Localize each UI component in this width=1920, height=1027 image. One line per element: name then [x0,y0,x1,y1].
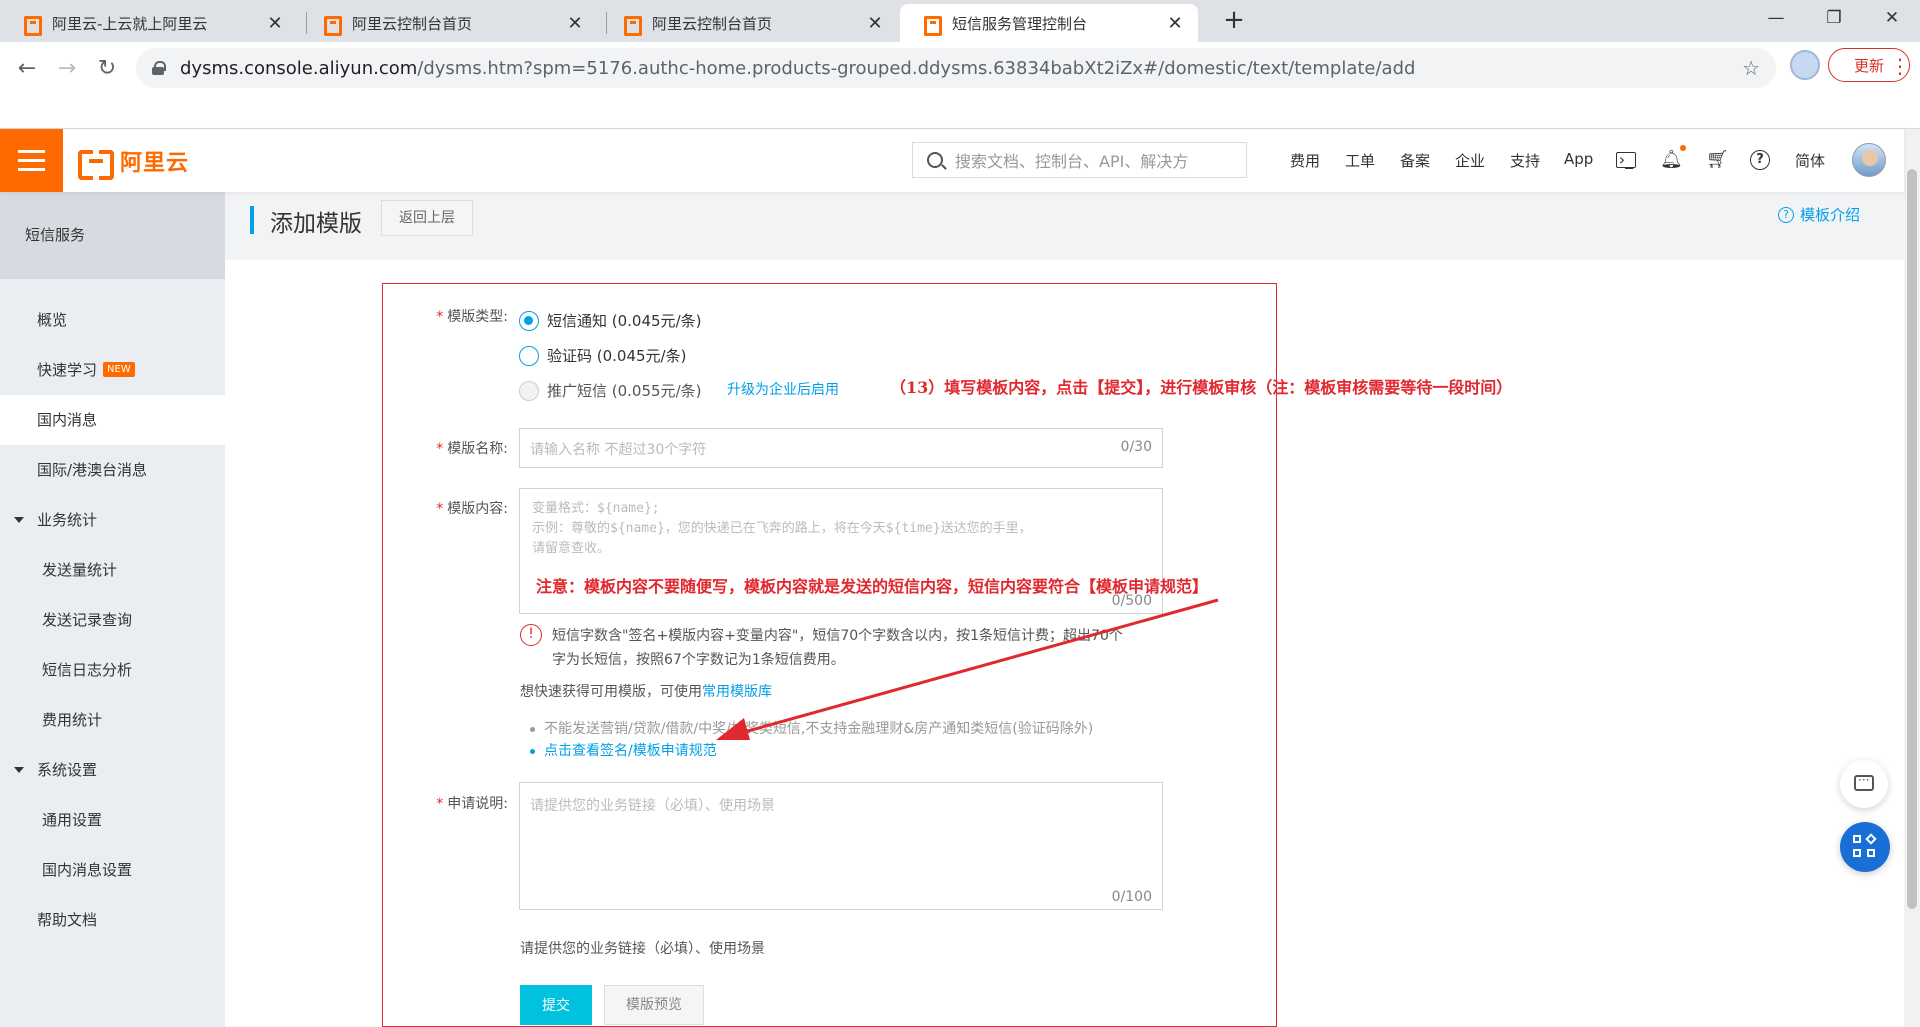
sidebar-item-help-docs[interactable]: 帮助文档 [0,895,225,945]
sidebar-item-international[interactable]: 国际/港澳台消息 [0,445,225,495]
submit-button[interactable]: 提交 [520,985,592,1025]
aliyun-favicon-icon [924,16,942,36]
header-search-input[interactable]: 搜索文档、控制台、API、解决方 [912,142,1247,178]
new-badge: NEW [103,362,135,377]
page-scrollbar[interactable] [1904,129,1920,1027]
minimize-icon[interactable]: — [1748,0,1804,38]
chat-icon[interactable] [1840,760,1888,808]
nav-fees[interactable]: 费用 [1290,150,1320,171]
desc-counter: 0/100 [1111,889,1152,905]
sidebar-item-general-settings[interactable]: 通用设置 [0,795,225,845]
forward-arrow-icon[interactable]: → [52,54,82,84]
nav-icp[interactable]: 备案 [1400,150,1430,171]
back-arrow-icon[interactable]: ← [12,54,42,84]
aliyun-favicon-icon [624,16,642,36]
application-desc-textarea[interactable]: 请提供您的业务链接（必填）、使用场景 0/100 [519,782,1163,910]
new-tab-icon[interactable]: + [1220,6,1248,34]
lock-icon[interactable] [152,61,166,75]
bookmark-star-icon[interactable]: ☆ [1742,56,1760,80]
sidebar-item-domestic-settings[interactable]: 国内消息设置 [0,845,225,895]
browser-toolbar: ← → ↻ dysms.console.aliyun.com/dysms.htm… [0,42,1920,129]
nav-support[interactable]: 支持 [1510,150,1540,171]
browser-tab[interactable]: 阿里云控制台首页 ✕ [600,4,898,42]
template-name-label: * 模版名称: [436,441,508,457]
notification-dot [1680,145,1686,151]
apps-grid-icon[interactable] [1840,822,1890,872]
close-icon[interactable]: ✕ [1864,0,1920,38]
sidebar-group-statistics[interactable]: 业务统计 [0,495,225,545]
help-icon[interactable]: ? [1750,150,1770,170]
sidebar-item-send-stats[interactable]: 发送量统计 [0,545,225,595]
sidebar-group-settings[interactable]: 系统设置 [0,745,225,795]
browser-menu-icon[interactable]: ⋮ [1890,54,1910,78]
scrollbar-thumb[interactable] [1907,169,1917,909]
radio-button[interactable] [519,310,539,331]
radio-verification-code[interactable]: 验证码 (0.045元/条) [519,345,686,366]
user-avatar[interactable] [1852,143,1886,177]
tab-title: 阿里云控制台首页 [352,14,473,33]
template-type-label: * 模版类型: [436,309,508,325]
annotation-arrow [716,598,1219,740]
radio-promotion: 推广短信 (0.055元/条) [519,380,701,401]
reload-icon[interactable]: ↻ [92,54,122,84]
back-button[interactable]: 返回上层 [381,200,473,236]
tab-title: 阿里云控制台首页 [652,14,773,33]
aliyun-logo[interactable]: 阿里云 [78,147,189,180]
browser-tab[interactable]: 阿里云控制台首页 ✕ [300,4,598,42]
template-name-input[interactable]: 请输入名称 不超过30个字符 0/30 [519,428,1163,468]
sidebar-title: 短信服务 [0,192,225,279]
tab-close-icon[interactable]: ✕ [566,13,584,34]
question-icon: ? [1777,206,1794,223]
terminal-icon[interactable]: ›_ [1616,152,1636,168]
caret-down-icon [14,767,24,773]
language-switch[interactable]: 简体 [1795,150,1825,171]
browser-tab[interactable]: 阿里云-上云就上阿里云 ✕ [0,4,298,42]
alert-icon: ! [520,624,542,646]
radio-sms-notice[interactable]: 短信通知 (0.045元/条) [519,310,701,331]
tab-close-icon[interactable]: ✕ [866,13,884,34]
nav-enterprise[interactable]: 企业 [1455,150,1485,171]
radio-button[interactable] [519,345,539,366]
console-header: 阿里云 搜索文档、控制台、API、解决方 费用 工单 备案 企业 支持 App … [0,129,1904,192]
nav-app[interactable]: App [1564,150,1593,168]
aliyun-favicon-icon [24,16,42,36]
page-title: 添加模版 [270,211,362,237]
sidebar-item-log-analysis[interactable]: 短信日志分析 [0,645,225,695]
sidebar-item-domestic[interactable]: 国内消息 [0,395,225,445]
radio-button [519,380,539,401]
application-desc-label: * 申请说明: [436,796,508,812]
sidebar: 短信服务 概览 快速学习 NEW 国内消息 国际/港澳台消息 业务统计 发送量统计… [0,192,225,1027]
restore-icon[interactable]: ❐ [1806,0,1862,38]
aliyun-logo-icon [78,150,114,180]
aliyun-favicon-icon [324,16,342,36]
sidebar-item-overview[interactable]: 概览 [0,295,225,345]
caret-down-icon [14,517,24,523]
sidebar-item-fee-stats[interactable]: 费用统计 [0,695,225,745]
template-preview-button[interactable]: 模版预览 [604,985,704,1025]
browser-tab-active[interactable]: 短信服务管理控制台 ✕ [900,4,1198,42]
bell-icon[interactable]: 🔔︎ [1660,149,1683,171]
sidebar-item-quick-learn[interactable]: 快速学习 NEW [0,345,225,395]
tab-title: 阿里云-上云就上阿里云 [52,14,208,33]
browser-tabbar: 阿里云-上云就上阿里云 ✕ 阿里云控制台首页 ✕ 阿里云控制台首页 ✕ 短信服务… [0,0,1920,42]
tab-title: 短信服务管理控制台 [952,14,1088,33]
extension-icon[interactable] [1790,50,1820,80]
address-bar[interactable]: dysms.console.aliyun.com/dysms.htm?spm=5… [136,48,1776,88]
upgrade-enterprise-link[interactable]: 升级为企业后启用 [727,379,839,399]
nav-tickets[interactable]: 工单 [1345,150,1375,171]
template-intro-link[interactable]: ? 模板介绍 [1777,204,1860,225]
name-counter: 0/30 [1120,439,1152,455]
tab-close-icon[interactable]: ✕ [1166,13,1184,34]
sidebar-item-send-records[interactable]: 发送记录查询 [0,595,225,645]
desc-help-text: 请提供您的业务链接（必填）、使用场景 [520,941,765,957]
cart-icon[interactable]: 🛒︎ [1706,149,1729,171]
hamburger-menu-icon[interactable] [0,129,63,192]
tab-close-icon[interactable]: ✕ [266,13,284,34]
annotation-step13: （13）填写模板内容，点击【提交】，进行模板审核（注：模板审核需要等待一段时间） [890,378,1513,397]
template-content-label: * 模版内容: [436,501,508,517]
page-header: 添加模版 返回上层 ? 模板介绍 [225,192,1904,260]
search-icon [927,152,943,168]
url-text[interactable]: dysms.console.aliyun.com/dysms.htm?spm=5… [180,58,1742,79]
